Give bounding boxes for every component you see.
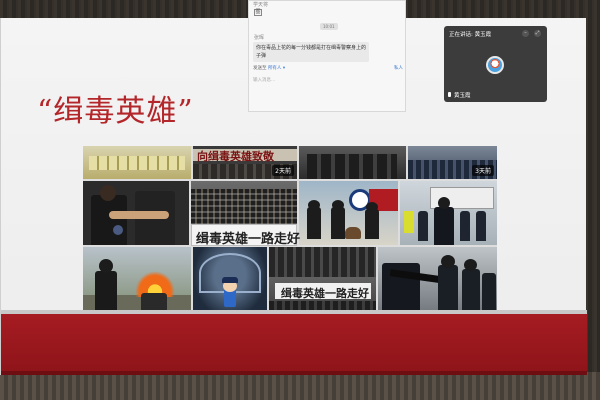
photo-dog-unit[interactable] (299, 181, 398, 245)
time-badge: 3天前 (472, 165, 494, 176)
farewell-banner-large-text: 缉毒英雄一路走好 (196, 232, 301, 247)
photo-armed-officers-sign[interactable] (400, 181, 497, 245)
photo-officers-closeup[interactable] (83, 181, 189, 245)
image-icon[interactable]: 图 (254, 9, 262, 16)
avatar (486, 56, 504, 74)
photo-cartoon-figure[interactable] (193, 247, 267, 318)
chat-message: 你在毒品上花的每一分钱都是打在缉毒警察身上的子弹 (253, 42, 369, 62)
chat-sender-name: 张晖 (254, 35, 265, 41)
audience-select[interactable]: 所有人 (268, 66, 282, 71)
expand-icon[interactable]: ⤢ (534, 30, 541, 37)
speaker-name: 黄玉霞 (454, 93, 471, 99)
slide-red-band (1, 314, 587, 375)
chat-timestamp: 10:01 (320, 23, 338, 30)
mic-icon (448, 92, 451, 97)
private-chat-link[interactable]: 私人 (394, 65, 403, 71)
minimize-icon[interactable]: – (522, 30, 529, 37)
farewell-banner-text: 缉毒英雄一路走好 (281, 287, 369, 300)
photo-burning-drugs[interactable] (83, 247, 191, 318)
photo-farewell-banner[interactable]: 缉毒英雄一路走好 (269, 247, 376, 318)
chat-panel: 学天将 图 10:01 张晖 你在毒品上花的每一分钱都是打在缉毒警察身上的子弹 … (248, 0, 406, 112)
slide-title: “缉毒英雄” (37, 94, 194, 129)
speaker-video-panel: 正在讲话: 黄玉霞 – ⤢ 黄玉霞 (444, 26, 547, 102)
speaking-label: 正在讲话: 黄玉霞 (449, 32, 492, 38)
desk-edge (0, 372, 600, 400)
time-badge: 2天前 (272, 165, 294, 176)
farewell-banner-large: 缉毒英雄一路走好 (191, 224, 301, 247)
chat-header: 学天将 (253, 2, 269, 8)
slide-band-shadow (1, 371, 587, 375)
photo-seized-packages[interactable] (83, 146, 191, 179)
photo-police-silhouettes[interactable] (299, 146, 406, 179)
send-to-label: 发送至 (253, 66, 267, 71)
tribute-banner-text: 向缉毒英雄致敬 (197, 150, 274, 163)
chat-input[interactable]: 输入消息... (253, 77, 403, 87)
photo-blue-crowd[interactable]: 3天前 (408, 146, 497, 179)
chat-send-row: 发送至 所有人 ▾ 私人 (253, 65, 403, 71)
chevron-down-icon[interactable]: ▾ (283, 66, 285, 71)
photo-sniper-team[interactable] (378, 247, 497, 318)
photo-tribute-banner[interactable]: 向缉毒英雄致敬 2天前 (193, 146, 297, 179)
